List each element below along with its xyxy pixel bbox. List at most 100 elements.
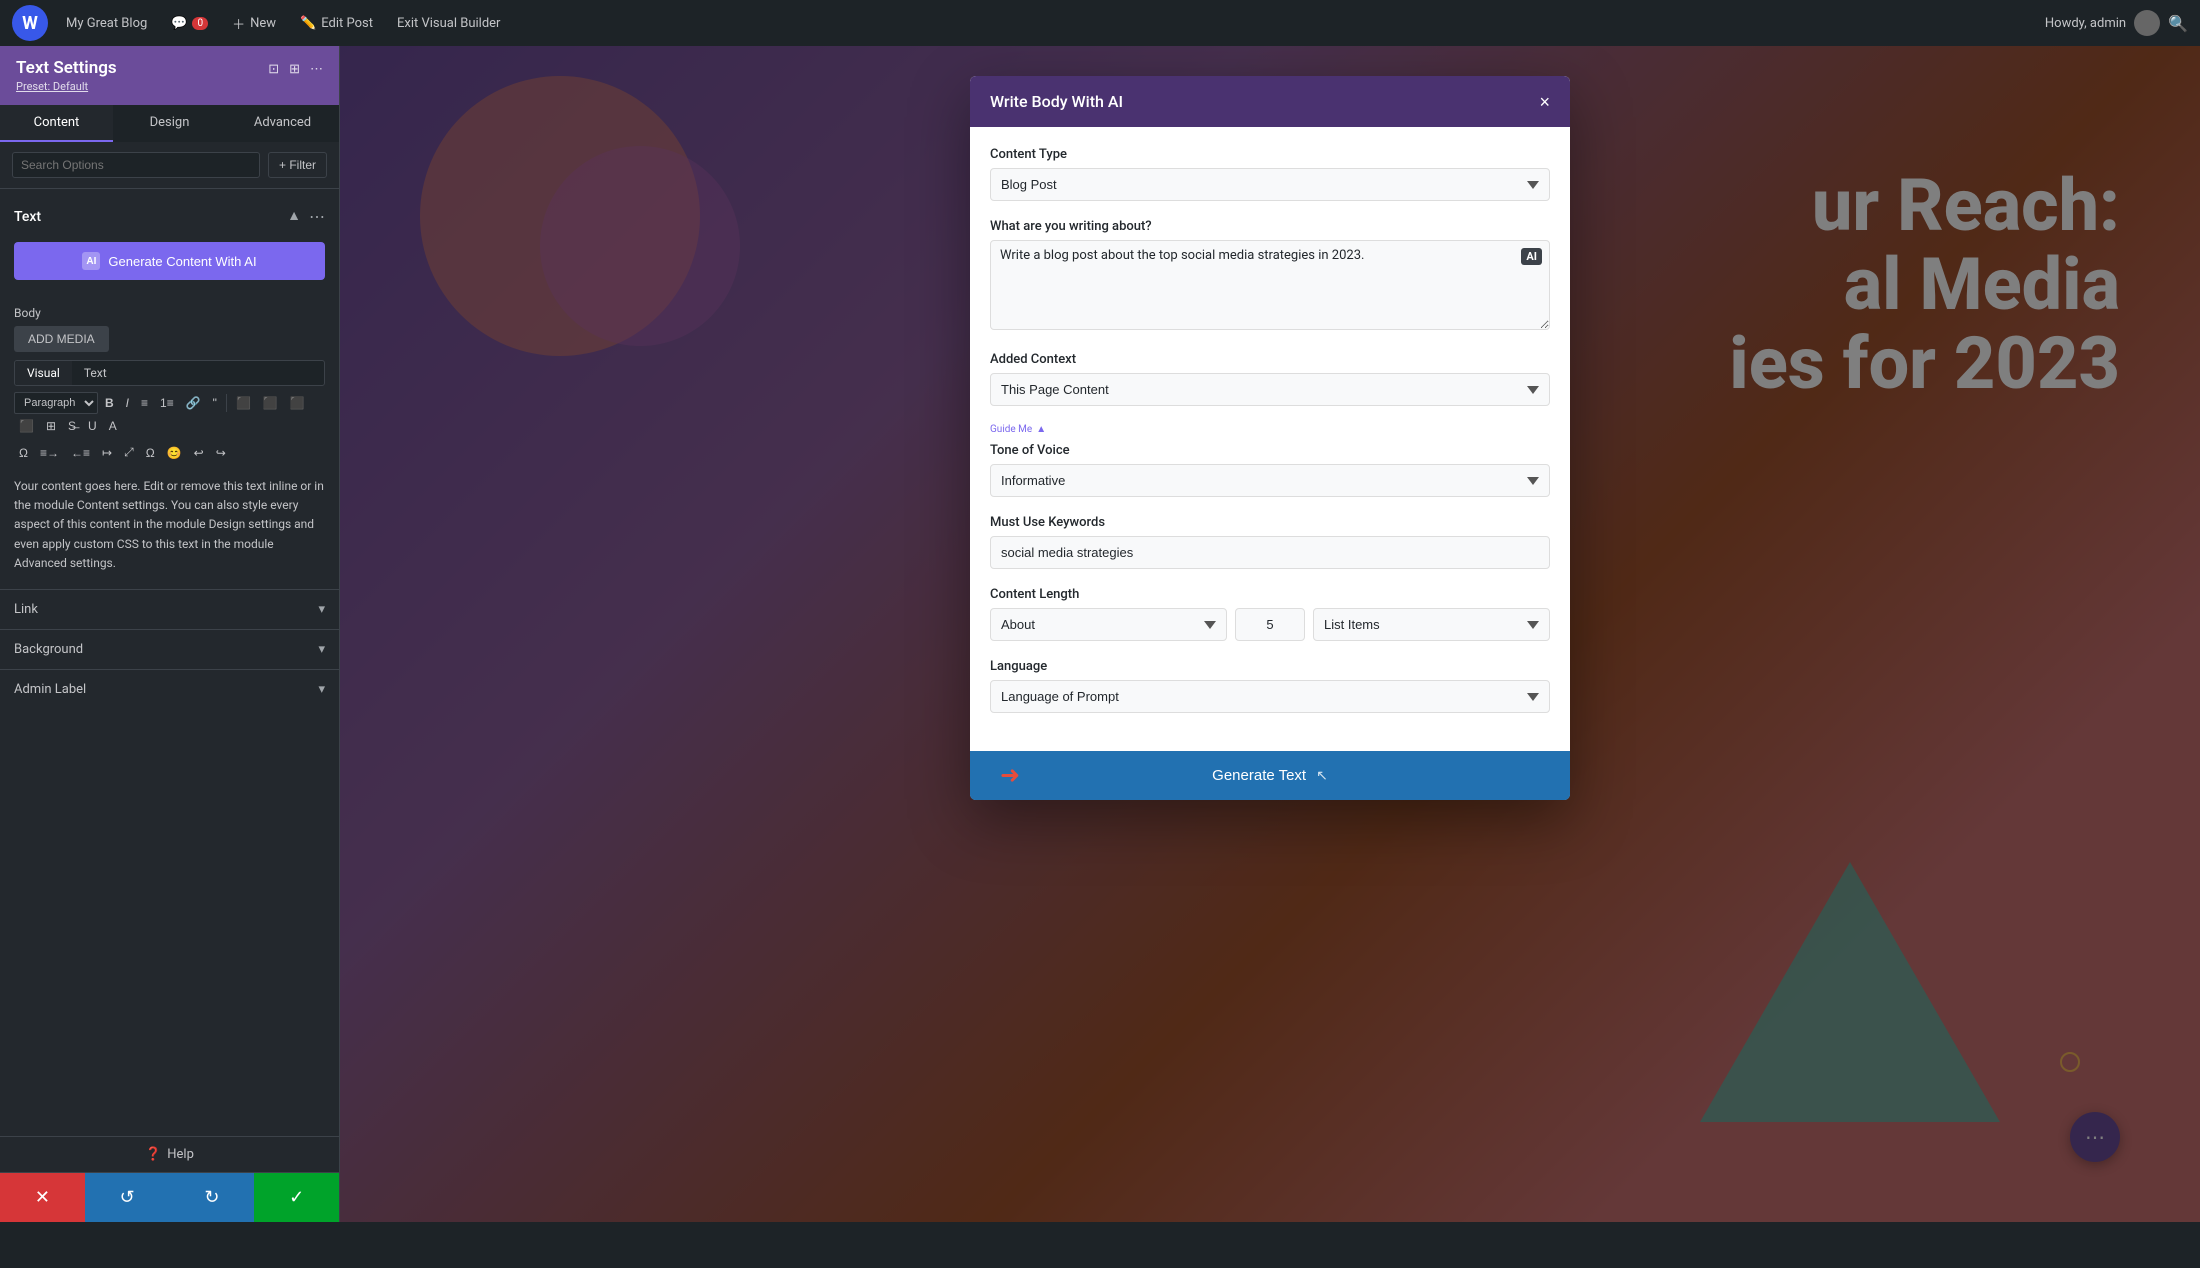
indent2-button[interactable]: ↦ xyxy=(97,442,117,463)
columns-icon[interactable]: ⊞ xyxy=(289,62,300,77)
strikethrough-button[interactable]: S̶ xyxy=(63,416,81,436)
redo-editor-button[interactable]: ↪ xyxy=(211,442,231,463)
add-media-button[interactable]: ADD MEDIA xyxy=(14,326,109,352)
admin-bar: W My Great Blog 💬 0 ＋ New ✏️ Edit Post E… xyxy=(0,0,2200,46)
ai-textarea-icon[interactable]: AI xyxy=(1521,248,1542,265)
redo-button[interactable]: ↻ xyxy=(170,1173,255,1222)
save-button[interactable]: ✓ xyxy=(254,1173,339,1222)
new-icon: ＋ xyxy=(232,14,245,33)
content-length-row: About List Items xyxy=(990,608,1550,641)
guide-me-link[interactable]: Guide Me ▲ xyxy=(990,424,1550,435)
help-link[interactable]: ❓ Help xyxy=(14,1147,325,1162)
tone-group: Tone of Voice Informative xyxy=(990,443,1550,497)
action-buttons: ✕ ↺ ↻ ✓ xyxy=(0,1172,339,1222)
admin-bar-site[interactable]: My Great Blog xyxy=(56,12,157,35)
generate-content-button[interactable]: AI Generate Content With AI xyxy=(14,242,325,280)
comment-icon: 💬 xyxy=(171,16,187,31)
content-length-items-select[interactable]: List Items xyxy=(1313,608,1550,641)
undo-button[interactable]: ↺ xyxy=(85,1173,170,1222)
edit-post-label: Edit Post xyxy=(321,16,373,31)
content-type-select[interactable]: Blog Post xyxy=(990,168,1550,201)
text-section-header[interactable]: Text ▲ ⋯ xyxy=(14,199,325,234)
outdent-button[interactable]: ←≡ xyxy=(66,442,95,463)
special-char-button[interactable]: Ω xyxy=(141,442,160,463)
language-select[interactable]: Language of Prompt xyxy=(990,680,1550,713)
text-color-button[interactable]: A xyxy=(104,416,122,436)
keywords-label: Must Use Keywords xyxy=(990,515,1550,530)
content-length-group: Content Length About List Items xyxy=(990,587,1550,641)
text-section-chevron-up: ▲ xyxy=(287,207,301,226)
align-justify-button[interactable]: ⬛ xyxy=(14,416,39,436)
keywords-group: Must Use Keywords xyxy=(990,515,1550,569)
tab-content[interactable]: Content xyxy=(0,105,113,142)
sidebar: Text Settings Preset: Default ⊡ ⊞ ⋯ Cont… xyxy=(0,46,340,1222)
link-button[interactable]: 🔗 xyxy=(181,393,206,413)
background-section: Background ▾ xyxy=(0,629,339,669)
sidebar-tabs: Content Design Advanced xyxy=(0,105,339,142)
responsive-icon[interactable]: ⊡ xyxy=(268,62,279,77)
modal-body: Content Type Blog Post What are you writ… xyxy=(970,127,1570,751)
editor-tab-visual[interactable]: Visual xyxy=(15,361,72,385)
cancel-button[interactable]: ✕ xyxy=(0,1173,85,1222)
wp-logo-icon[interactable]: W xyxy=(12,5,48,41)
tab-design[interactable]: Design xyxy=(113,105,226,142)
background-section-header[interactable]: Background ▾ xyxy=(14,630,325,669)
modal-close-button[interactable]: × xyxy=(1539,93,1550,111)
exit-builder-label: Exit Visual Builder xyxy=(397,16,500,31)
align-center-button[interactable]: ⬛ xyxy=(258,393,283,413)
background-section-chevron: ▾ xyxy=(318,642,325,657)
admin-bar-comments[interactable]: 💬 0 xyxy=(161,12,218,35)
editor-tab-text[interactable]: Text xyxy=(72,361,119,385)
site-name-label: My Great Blog xyxy=(66,16,147,31)
link-section-header[interactable]: Link ▾ xyxy=(14,590,325,629)
body-section: Body ADD MEDIA Visual Text Paragraph B I… xyxy=(0,298,339,589)
paragraph-select[interactable]: Paragraph xyxy=(14,392,98,414)
filter-button[interactable]: + Filter xyxy=(268,152,327,178)
editor-tabs: Visual Text xyxy=(14,360,325,386)
admin-bar-edit-post[interactable]: ✏️ Edit Post xyxy=(290,12,383,35)
italic-button[interactable]: I xyxy=(121,393,134,413)
tone-select[interactable]: Informative xyxy=(990,464,1550,497)
content-type-label: Content Type xyxy=(990,147,1550,162)
admin-label-section-header[interactable]: Admin Label ▾ xyxy=(14,670,325,709)
ordered-list-button[interactable]: 1≡ xyxy=(155,393,179,413)
more-options-icon[interactable]: ⋯ xyxy=(310,62,323,77)
preset-label: Preset: Default xyxy=(16,80,117,93)
main-layout: Text Settings Preset: Default ⊡ ⊞ ⋯ Cont… xyxy=(0,46,2200,1222)
indent-button[interactable]: ≡→ xyxy=(35,442,64,463)
sidebar-bottom: ❓ Help xyxy=(0,1136,339,1172)
howdy-label: Howdy, admin xyxy=(2045,16,2126,31)
content-length-about-select[interactable]: About xyxy=(990,608,1227,641)
added-context-select[interactable]: This Page Content xyxy=(990,373,1550,406)
content-length-number-input[interactable] xyxy=(1235,608,1305,641)
main-canvas: ur Reach: al Media ies for 2023 Write Bo… xyxy=(340,46,2200,1222)
keywords-input[interactable] xyxy=(990,536,1550,569)
format-button[interactable]: Ω xyxy=(14,442,33,463)
undo-editor-button[interactable]: ↩ xyxy=(189,442,209,463)
fullscreen-button[interactable]: ⤢ xyxy=(119,442,139,463)
tab-advanced[interactable]: Advanced xyxy=(226,105,339,142)
guide-me-arrow-icon: ▲ xyxy=(1036,424,1046,435)
align-left-button[interactable]: ⬛ xyxy=(231,393,256,413)
emoji-button[interactable]: 😊 xyxy=(162,442,187,463)
bold-button[interactable]: B xyxy=(100,393,119,413)
text-section-more[interactable]: ⋯ xyxy=(309,207,325,226)
search-icon[interactable]: 🔍 xyxy=(2168,14,2188,33)
align-right-button[interactable]: ⬛ xyxy=(285,393,310,413)
writing-about-textarea[interactable] xyxy=(990,240,1550,330)
generate-text-button[interactable]: ➜ Generate Text ↖ xyxy=(970,751,1570,800)
modal-overlay: Write Body With AI × Content Type Blog P… xyxy=(340,46,2200,1222)
search-input[interactable] xyxy=(12,152,260,178)
table-button[interactable]: ⊞ xyxy=(41,416,61,436)
body-content-text: Your content goes here. Edit or remove t… xyxy=(14,469,325,581)
admin-bar-exit-builder[interactable]: Exit Visual Builder xyxy=(387,12,510,35)
blockquote-button[interactable]: " xyxy=(208,393,222,413)
unordered-list-button[interactable]: ≡ xyxy=(136,393,153,413)
edit-icon: ✏️ xyxy=(300,16,316,31)
ai-icon: AI xyxy=(82,252,100,270)
link-section: Link ▾ xyxy=(0,589,339,629)
help-icon: ❓ xyxy=(145,1147,161,1162)
underline-button[interactable]: U xyxy=(83,416,102,436)
modal-write-body: Write Body With AI × Content Type Blog P… xyxy=(970,76,1570,800)
admin-bar-new[interactable]: ＋ New xyxy=(222,10,286,37)
